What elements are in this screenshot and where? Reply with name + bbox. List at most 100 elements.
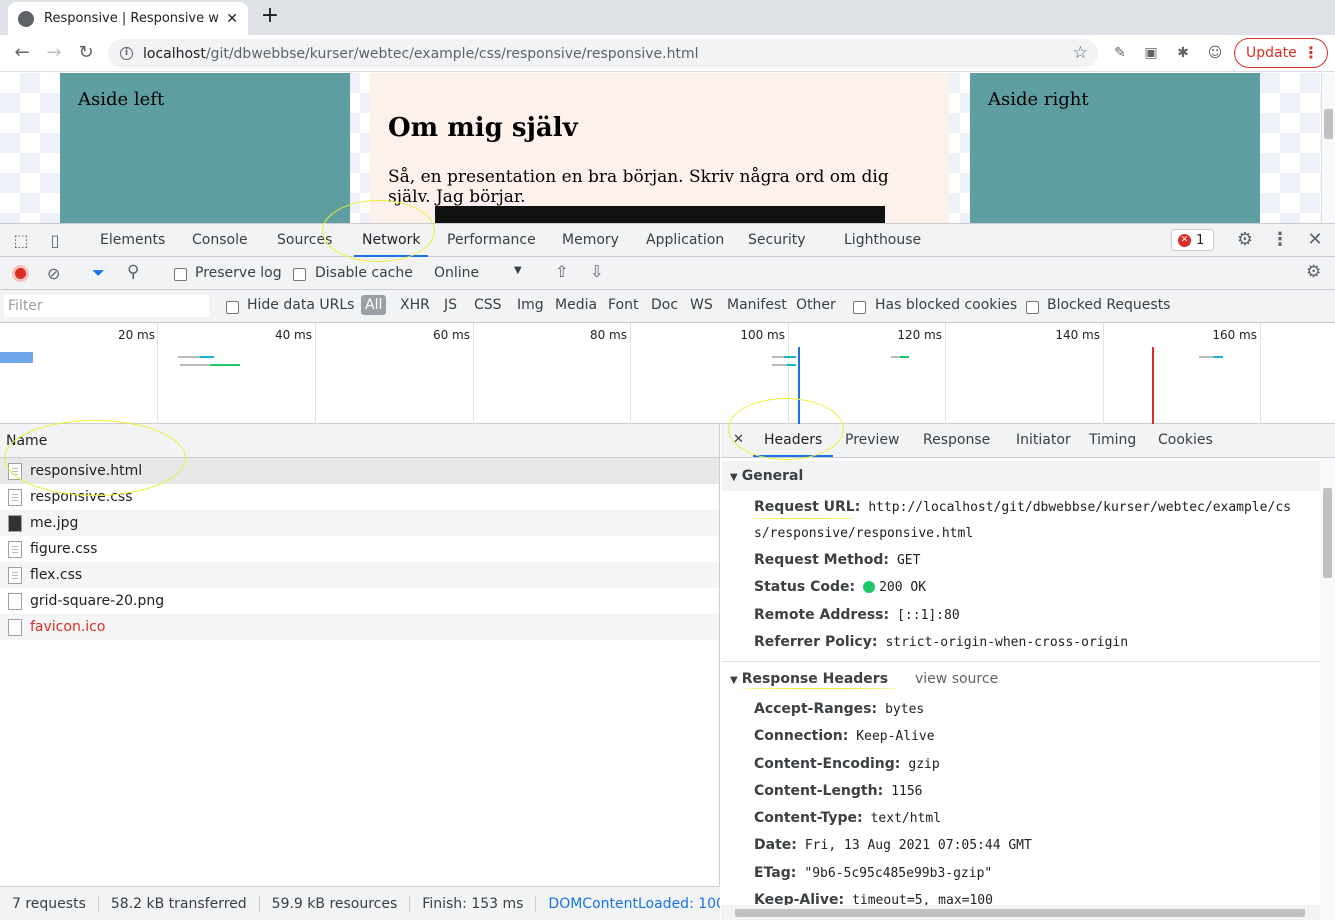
filter-img[interactable]: Img <box>517 297 544 313</box>
tab-security[interactable]: Security <box>740 224 814 257</box>
page-scrollbar[interactable] <box>1321 73 1335 223</box>
detail-vertical-scrollbar[interactable] <box>1320 458 1335 920</box>
page-heading: Om mig själv <box>388 113 578 143</box>
filter-ws[interactable]: WS <box>690 297 713 313</box>
more-options-icon[interactable]: ⋮ <box>1268 228 1292 252</box>
tab-preview[interactable]: Preview <box>845 424 900 457</box>
status-code-row: Status Code: 200 OK <box>754 579 926 595</box>
update-button[interactable]: Update ⋮ <box>1234 38 1328 68</box>
request-row[interactable]: me.jpg <box>0 510 719 536</box>
new-tab-button[interactable]: + <box>258 5 282 29</box>
tab-application[interactable]: Application <box>638 224 732 257</box>
request-row[interactable]: flex.css <box>0 562 719 588</box>
triangle-down-icon: ▼ <box>730 472 738 483</box>
inspect-element-icon[interactable]: ⬚ <box>9 229 33 253</box>
tab-memory[interactable]: Memory <box>554 224 627 257</box>
record-icon[interactable] <box>12 265 29 282</box>
throttle-select[interactable]: Online <box>434 265 479 281</box>
filter-manifest[interactable]: Manifest <box>727 297 787 313</box>
blocked-cookies-checkbox[interactable] <box>853 299 866 315</box>
blocked-requests-label: Blocked Requests <box>1047 297 1171 313</box>
network-status-bar: 7 requests 58.2 kB transferred 59.9 kB r… <box>0 886 720 920</box>
header-value: "9b6-5c95c485e99b3-gzip" <box>804 866 993 881</box>
request-row[interactable]: grid-square-20.png <box>0 588 719 614</box>
request-name: grid-square-20.png <box>30 593 165 609</box>
puzzle-extensions-icon[interactable]: ✱ <box>1173 43 1193 63</box>
address-bar[interactable]: i localhost/git/dbwebbse/kurser/webtec/e… <box>108 39 1098 68</box>
filter-css[interactable]: CSS <box>474 297 502 313</box>
general-section-header[interactable]: ▼ General <box>722 461 1320 491</box>
dom-content-loaded-time: DOMContentLoaded: 100 ms <box>548 895 720 912</box>
search-icon[interactable]: ⚲ <box>127 262 139 282</box>
filter-font[interactable]: Font <box>608 297 638 313</box>
filter-all[interactable]: All <box>361 295 387 315</box>
request-url-row-cont: s/responsive/responsive.html <box>754 525 973 541</box>
blocked-requests-checkbox[interactable] <box>1026 299 1039 315</box>
site-info-icon[interactable]: i <box>120 47 133 60</box>
preserve-log-label: Preserve log <box>195 265 282 281</box>
page-viewport: Aside left Om mig själv Så, en presentat… <box>0 73 1321 223</box>
forward-icon[interactable]: → <box>42 41 66 65</box>
kebab-menu-icon[interactable]: ⋮ <box>1303 43 1319 62</box>
import-har-icon[interactable]: ⇧ <box>555 262 568 281</box>
document-icon <box>8 540 22 558</box>
header-row: Accept-Ranges: bytes <box>754 701 924 717</box>
settings-gear-icon[interactable]: ⚙ <box>1233 228 1257 252</box>
blank-file-icon <box>8 592 22 610</box>
request-row[interactable]: figure.css <box>0 536 719 562</box>
tab-cookies[interactable]: Cookies <box>1158 424 1213 457</box>
close-tab-icon[interactable]: ✕ <box>226 11 238 27</box>
devtools-tabbar: ⬚ ▯ Elements Console Sources Network Per… <box>0 223 1335 257</box>
filter-media[interactable]: Media <box>555 297 597 313</box>
tab-elements[interactable]: Elements <box>92 224 173 257</box>
request-url-row: Request URL: http://localhost/git/dbwebbs… <box>754 499 1291 515</box>
waterfall-bar <box>891 356 909 358</box>
filter-other[interactable]: Other <box>796 297 836 313</box>
request-url-value: http://localhost/git/dbwebbse/kurser/web… <box>868 500 1291 515</box>
image-icon <box>8 514 22 532</box>
view-source-link[interactable]: view source <box>915 671 998 687</box>
filter-input[interactable]: Filter <box>4 295 209 317</box>
referrer-policy-label: Referrer Policy: <box>754 634 878 650</box>
browser-tab[interactable]: Responsive | Responsive w ✕ <box>8 2 248 35</box>
profile-image <box>435 206 885 223</box>
detail-horizontal-scrollbar[interactable] <box>721 905 1320 920</box>
filter-xhr[interactable]: XHR <box>400 297 430 313</box>
tab-lighthouse[interactable]: Lighthouse <box>836 224 929 257</box>
load-event-line <box>1152 347 1154 424</box>
network-settings-icon[interactable]: ⚙ <box>1306 262 1321 282</box>
bookmark-star-icon[interactable]: ☆ <box>1073 43 1088 63</box>
error-counter[interactable]: ✕ 1 <box>1171 229 1214 251</box>
tab-performance[interactable]: Performance <box>439 224 544 257</box>
filter-doc[interactable]: Doc <box>651 297 678 313</box>
tab-initiator[interactable]: Initiator <box>1016 424 1071 457</box>
reload-icon[interactable]: ↻ <box>74 41 98 65</box>
filter-funnel-icon[interactable]: ⏷ <box>92 263 105 283</box>
disable-cache-checkbox[interactable] <box>293 266 306 282</box>
profile-avatar-icon[interactable]: ☺ <box>1205 43 1225 63</box>
tab-console[interactable]: Console <box>184 224 256 257</box>
filter-js[interactable]: JS <box>444 297 457 313</box>
tab-timing[interactable]: Timing <box>1089 424 1136 457</box>
preserve-log-checkbox[interactable] <box>174 266 187 282</box>
extension-menu-icon[interactable]: ▣ <box>1141 43 1161 63</box>
tick-label: 160 ms <box>1212 328 1257 342</box>
header-value: text/html <box>870 811 942 826</box>
close-devtools-icon[interactable]: ✕ <box>1303 228 1327 252</box>
export-har-icon[interactable]: ⇩ <box>590 262 603 281</box>
back-icon[interactable]: ← <box>10 41 34 65</box>
response-headers-title: Response Headers <box>741 671 889 687</box>
tick-label: 100 ms <box>740 328 785 342</box>
waterfall-bar <box>178 356 214 358</box>
hide-data-urls-checkbox[interactable] <box>226 299 239 315</box>
request-row[interactable]: favicon.ico <box>0 614 719 640</box>
response-headers-section-header[interactable]: ▼ Response Headers <box>730 671 888 687</box>
clear-icon[interactable]: ⊘ <box>47 264 60 283</box>
device-toolbar-icon[interactable]: ▯ <box>43 229 67 253</box>
timeline-overview[interactable]: 20 ms 40 ms 60 ms 80 ms 100 ms 120 ms 14… <box>0 323 1335 424</box>
filter-bar: Filter Hide data URLs All XHR JS CSS Img… <box>0 290 1335 323</box>
tab-response[interactable]: Response <box>923 424 990 457</box>
eyedropper-extension-icon[interactable]: ✎ <box>1110 43 1130 63</box>
chevron-down-icon[interactable]: ▼ <box>514 265 522 276</box>
tick-label: 80 ms <box>589 328 627 342</box>
